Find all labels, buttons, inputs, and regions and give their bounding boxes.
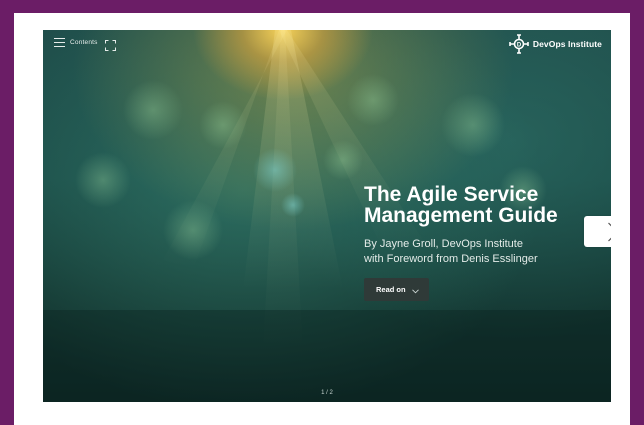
hamburger-icon [54, 38, 65, 47]
byline-author: By Jayne Groll, DevOps Institute [364, 238, 523, 250]
devops-institute-logo: D [509, 34, 529, 54]
contents-label: Contents [70, 39, 98, 46]
brand-logo[interactable]: D DevOps Institute [509, 34, 602, 54]
page-indicator: 1 / 2 [321, 390, 333, 396]
chevron-right-icon [607, 222, 611, 241]
cover-page: Contents D DevOps Institute The Agile Se… [43, 30, 611, 402]
byline-foreword: with Foreword from Denis Esslinger [364, 253, 538, 265]
contents-menu-button[interactable]: Contents [54, 38, 98, 47]
cover-toolbar: Contents D DevOps Institute [43, 30, 611, 64]
cover-title: The Agile Service Management Guide [364, 184, 558, 226]
cover-title-line-1: The Agile Service [364, 183, 539, 206]
fullscreen-icon [105, 40, 116, 51]
viewer-frame: Contents D DevOps Institute The Agile Se… [14, 13, 630, 425]
cover-title-line-2: Management Guide [364, 204, 558, 227]
cover-byline: By Jayne Groll, DevOps Institute with Fo… [364, 237, 538, 267]
brand-name: DevOps Institute [532, 39, 602, 49]
read-on-button[interactable]: Read on [364, 278, 429, 301]
next-page-button[interactable] [584, 216, 611, 247]
read-on-label: Read on [376, 285, 406, 294]
chevron-down-icon [411, 288, 419, 293]
svg-text:D: D [517, 42, 522, 48]
fullscreen-button[interactable] [105, 38, 116, 51]
